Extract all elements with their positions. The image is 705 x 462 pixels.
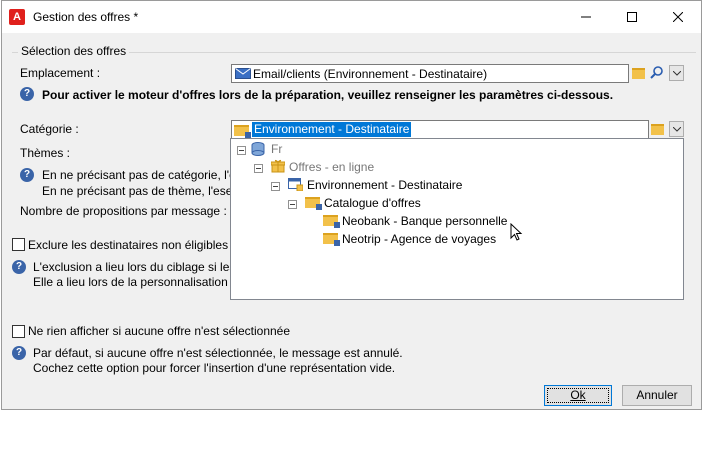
category-folder-icon (305, 197, 322, 210)
folder-icon (651, 124, 664, 135)
categorie-info-line1: En ne précisant pas de catégorie, l'e (42, 168, 236, 182)
tree-item-offres[interactable]: Offres - en ligne (289, 158, 374, 176)
exclude-label[interactable]: Exclure les destinataires non éligibles (28, 238, 228, 252)
themes-label: Thèmes : (20, 146, 71, 160)
info-icon: ? (12, 346, 26, 360)
collapse-toggle[interactable] (254, 164, 263, 173)
search-button[interactable] (650, 65, 667, 82)
gift-icon (271, 159, 285, 173)
adobe-app-icon: A (9, 9, 25, 25)
tree-item-neobank[interactable]: Neobank - Banque personnelle (342, 212, 507, 230)
info-icon: ? (20, 168, 34, 182)
section-title: Sélection des offres (18, 44, 130, 58)
ok-button[interactable]: Ok (544, 385, 612, 406)
environment-icon (288, 178, 303, 191)
tree-item-catalogue[interactable]: Catalogue d'offres (324, 194, 421, 212)
category-folder-icon (234, 125, 251, 138)
maximize-icon (627, 12, 637, 22)
tree-item-neotrip[interactable]: Neotrip - Agence de voyages (342, 230, 496, 248)
tree-item-root[interactable]: Fr (271, 140, 282, 158)
category-folder-icon (323, 215, 340, 228)
emplacement-value: Email/clients (Environnement - Destinata… (253, 67, 488, 81)
collapse-toggle[interactable] (237, 146, 246, 155)
browse-folder-button[interactable] (631, 65, 648, 82)
propositions-label: Nombre de propositions par message : (20, 204, 227, 218)
info-icon: ? (20, 87, 34, 101)
category-folder-icon (323, 233, 340, 246)
tree-item-environment[interactable]: Environnement - Destinataire (307, 176, 462, 194)
categorie-field[interactable]: Environnement - Destinataire (231, 120, 649, 139)
close-icon (673, 12, 683, 22)
chevron-down-icon (673, 71, 681, 76)
search-icon (650, 66, 663, 79)
maximize-button[interactable] (609, 1, 655, 33)
close-button[interactable] (655, 1, 701, 33)
nothing-checkbox[interactable] (12, 325, 25, 338)
info-icon: ? (12, 260, 26, 274)
minimize-icon (581, 16, 591, 18)
emplacement-info-text: Pour activer le moteur d'offres lors de … (42, 88, 614, 102)
collapse-toggle[interactable] (271, 182, 280, 191)
emplacement-field[interactable]: Email/clients (Environnement - Destinata… (231, 64, 629, 83)
collapse-toggle[interactable] (288, 200, 297, 209)
chevron-down-icon (673, 127, 681, 132)
window-title: Gestion des offres * (33, 10, 139, 24)
emplacement-label: Emplacement : (20, 66, 101, 80)
exclude-info-line2: Elle a lieu lors de la personnalisation … (33, 275, 238, 289)
emplacement-dropdown-button[interactable] (669, 65, 684, 81)
categorie-label: Catégorie : (20, 122, 79, 136)
exclude-info-line1: L'exclusion a lieu lors du ciblage si le… (33, 260, 236, 274)
database-icon (251, 142, 265, 156)
categorie-browse-button[interactable] (650, 121, 667, 138)
exclude-checkbox[interactable] (12, 238, 25, 251)
nothing-info-line2: Cochez cette option pour forcer l'insert… (33, 361, 396, 375)
categorie-info-line2: En ne précisant pas de thème, l'ese (42, 184, 233, 198)
email-icon (235, 68, 251, 79)
nothing-label[interactable]: Ne rien afficher si aucune offre n'est s… (28, 324, 290, 338)
category-tree-popup: Fr Offres - en ligne Environnement - Des… (230, 138, 684, 300)
mouse-cursor-icon (510, 223, 523, 241)
nothing-info-line1: Par défaut, si aucune offre n'est sélect… (33, 346, 403, 360)
minimize-button[interactable] (563, 1, 609, 33)
cancel-button[interactable]: Annuler (622, 385, 692, 406)
categorie-value: Environnement - Destinataire (252, 122, 412, 137)
folder-icon (632, 68, 645, 79)
categorie-dropdown-button[interactable] (669, 121, 684, 137)
title-bar: A Gestion des offres * (2, 1, 701, 33)
